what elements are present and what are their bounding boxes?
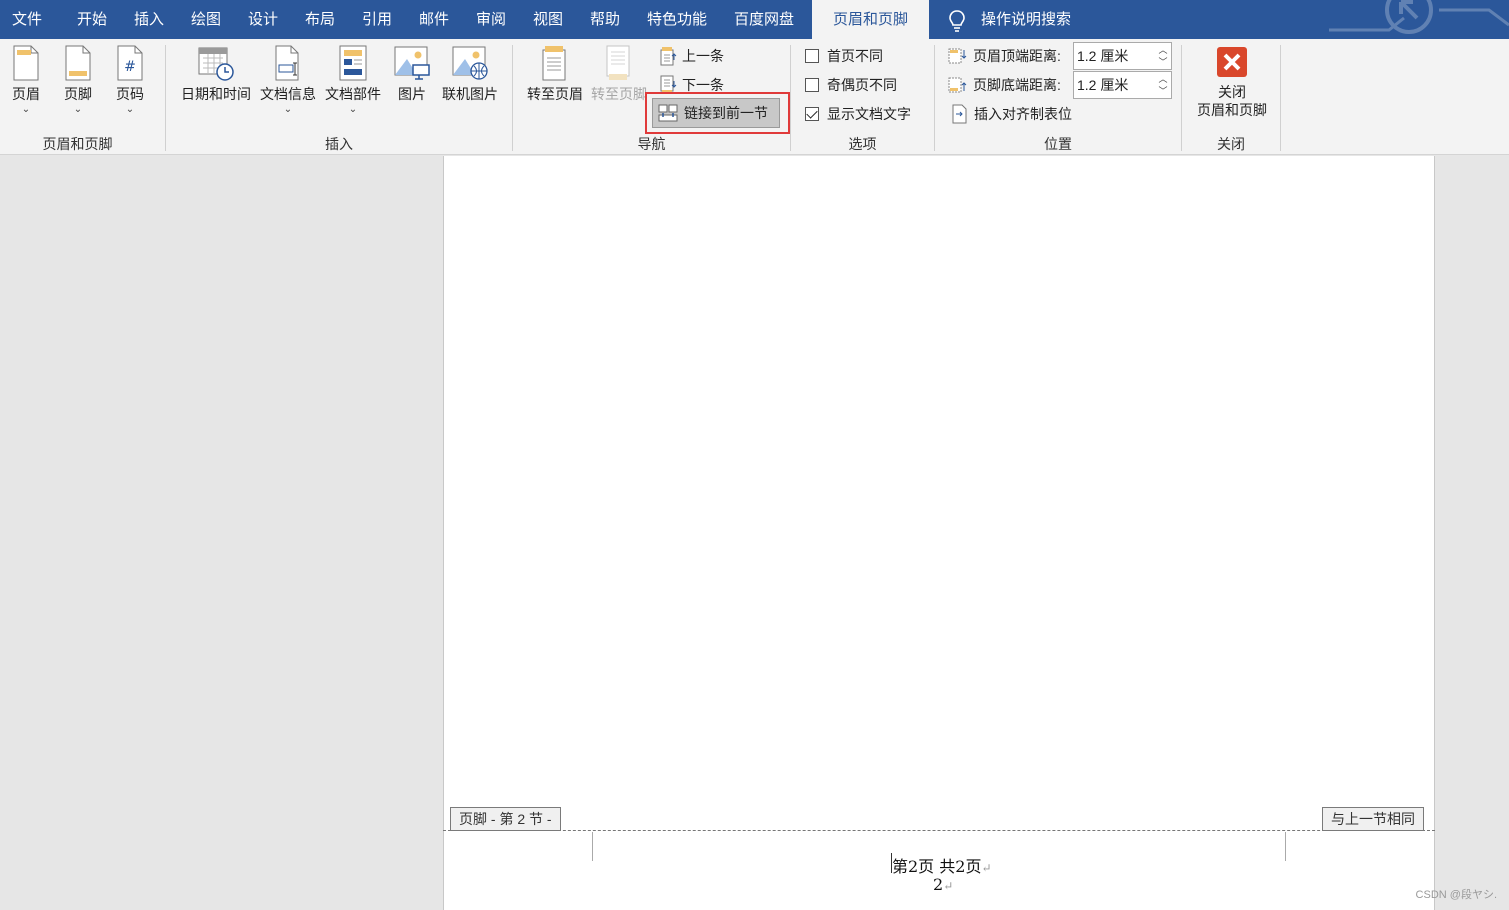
- link-to-previous-button[interactable]: 链接到前一节: [652, 98, 780, 128]
- page-number-icon: #: [117, 45, 143, 81]
- picture-button[interactable]: 图片: [390, 45, 434, 103]
- tab-review[interactable]: 审阅: [476, 0, 506, 39]
- next-icon: [660, 75, 677, 94]
- spin-up-icon[interactable]: ︿: [1157, 73, 1169, 85]
- tab-mailings[interactable]: 邮件: [419, 0, 449, 39]
- header-icon: [13, 45, 39, 81]
- calendar-clock-icon: [198, 47, 234, 81]
- header-button[interactable]: 页眉 ⌄: [8, 45, 44, 115]
- group-label-options: 选项: [848, 136, 877, 152]
- chevron-down-icon: ⌄: [125, 104, 135, 115]
- tab-baidu-netdisk[interactable]: 百度网盘: [734, 0, 794, 39]
- chevron-down-icon: ⌄: [73, 104, 83, 115]
- document-info-button[interactable]: 文档信息 ⌄: [258, 45, 318, 115]
- same-as-previous-tag: 与上一节相同: [1322, 807, 1424, 831]
- margin-marker: [592, 832, 593, 861]
- ribbon-tab-bar: 文件 开始 插入 绘图 设计 布局 引用 邮件 审阅 视图 帮助 特色功能 百度…: [0, 0, 1509, 39]
- previous-button[interactable]: 上一条: [659, 45, 724, 67]
- ribbon: 页眉 ⌄ 页脚 ⌄ # 页码 ⌄ 页眉和页脚 日期和时间 文档信息 ⌄ 文档部件…: [0, 39, 1509, 155]
- document-parts-button[interactable]: 文档部件 ⌄: [322, 45, 384, 115]
- goto-header-icon: [542, 46, 566, 81]
- different-first-page-checkbox[interactable]: 首页不同: [805, 45, 883, 67]
- show-document-text-checkbox[interactable]: 显示文档文字: [805, 103, 911, 125]
- paragraph-mark-icon: ↵: [981, 861, 992, 875]
- footer-button[interactable]: 页脚 ⌄: [60, 45, 96, 115]
- online-picture-icon: [452, 46, 488, 80]
- tab-header-footer[interactable]: 页眉和页脚: [812, 0, 929, 39]
- group-label-close: 关闭: [1217, 136, 1245, 152]
- spin-down-icon[interactable]: ﹀: [1157, 85, 1169, 97]
- chevron-down-icon: ⌄: [21, 104, 31, 115]
- group-label-insert: 插入: [325, 136, 353, 152]
- footer-boundary-line: [443, 830, 1435, 831]
- chevron-down-icon: ⌄: [283, 104, 293, 115]
- paragraph-mark-icon: ↵: [943, 879, 954, 893]
- group-label-position: 位置: [1044, 136, 1072, 152]
- tell-me-search[interactable]: 操作说明搜索: [981, 0, 1071, 39]
- tab-file[interactable]: 文件: [12, 0, 42, 39]
- group-label-navigation: 导航: [637, 136, 666, 152]
- alignment-tab-icon: [952, 104, 967, 124]
- tab-view[interactable]: 视图: [533, 0, 563, 39]
- link-to-previous-icon: [658, 104, 678, 122]
- tab-draw[interactable]: 绘图: [191, 0, 221, 39]
- tab-design[interactable]: 设计: [248, 0, 278, 39]
- goto-footer-button[interactable]: 转至页脚: [590, 45, 648, 103]
- tab-special-features[interactable]: 特色功能: [647, 0, 707, 39]
- footer-page-number-text[interactable]: 2↵: [933, 875, 953, 894]
- close-icon: [1217, 47, 1247, 77]
- next-button[interactable]: 下一条: [659, 74, 724, 96]
- picture-icon: [394, 46, 430, 80]
- spin-down-icon[interactable]: ﹀: [1157, 56, 1169, 68]
- footer-icon: [65, 45, 91, 81]
- tab-layout[interactable]: 布局: [305, 0, 335, 39]
- footer-page-count-text[interactable]: 第2页 共2页↵: [892, 853, 992, 877]
- goto-footer-icon: [606, 45, 630, 80]
- tab-home[interactable]: 开始: [77, 0, 107, 39]
- chevron-down-icon: ⌄: [348, 104, 358, 115]
- header-position-icon: [948, 48, 967, 64]
- lightbulb-icon: [949, 10, 965, 32]
- footer-section-tag: 页脚 - 第 2 节 -: [450, 807, 561, 831]
- document-page[interactable]: [443, 156, 1435, 910]
- insert-alignment-tab-button[interactable]: 插入对齐制表位: [951, 103, 1072, 125]
- page-number-button[interactable]: # 页码 ⌄: [112, 45, 148, 115]
- date-time-button[interactable]: 日期和时间: [176, 45, 256, 103]
- header-from-top-input[interactable]: 1.2 厘米 ︿ ﹀: [1073, 42, 1172, 70]
- different-odd-even-checkbox[interactable]: 奇偶页不同: [805, 74, 897, 96]
- tab-references[interactable]: 引用: [362, 0, 392, 39]
- previous-icon: [660, 47, 677, 66]
- decorative-pattern-icon: [1329, 0, 1509, 34]
- document-parts-icon: [339, 45, 367, 81]
- checkbox-checked[interactable]: [805, 107, 819, 121]
- group-label-header-footer: 页眉和页脚: [42, 136, 113, 152]
- close-header-footer-button[interactable]: 关闭 页眉和页脚: [1190, 45, 1274, 119]
- tab-help[interactable]: 帮助: [590, 0, 620, 39]
- goto-header-button[interactable]: 转至页眉: [524, 45, 586, 103]
- svg-text:#: #: [124, 59, 136, 75]
- margin-marker: [1285, 832, 1286, 861]
- footer-position-icon: [948, 77, 967, 93]
- checkbox[interactable]: [805, 49, 819, 63]
- online-picture-button[interactable]: 联机图片: [438, 45, 502, 103]
- header-from-top-label: 页眉顶端距离:: [948, 45, 1061, 67]
- document-info-icon: [275, 45, 299, 81]
- spin-up-icon[interactable]: ︿: [1157, 44, 1169, 56]
- tab-insert[interactable]: 插入: [134, 0, 164, 39]
- watermark: CSDN @段ヤシ.: [1415, 889, 1497, 901]
- group-divider: [1280, 45, 1281, 151]
- checkbox[interactable]: [805, 78, 819, 92]
- footer-from-bottom-input[interactable]: 1.2 厘米 ︿ ﹀: [1073, 71, 1172, 99]
- footer-from-bottom-label: 页脚底端距离:: [948, 74, 1061, 96]
